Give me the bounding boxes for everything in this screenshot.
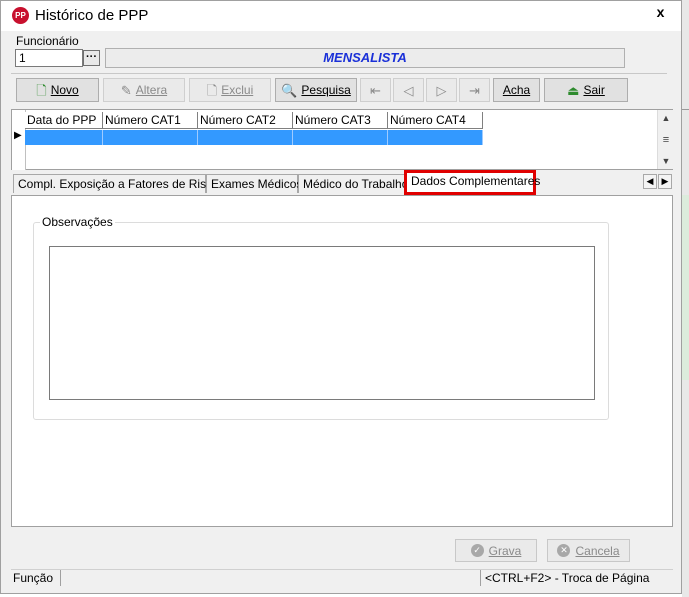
app-logo-icon: PP bbox=[12, 7, 29, 24]
title-bar: PP Histórico de PPP x bbox=[1, 1, 681, 31]
tab-exames-medicos[interactable]: Exames Médicos bbox=[206, 174, 302, 193]
background-window-strip bbox=[682, 0, 689, 597]
grava-button[interactable]: ✓ Grava bbox=[455, 539, 537, 562]
sair-button[interactable]: ⏏ Sair bbox=[544, 78, 628, 102]
close-button[interactable]: x bbox=[641, 2, 680, 22]
last-record-icon: ⇥ bbox=[469, 82, 480, 98]
toolbar-divider bbox=[11, 73, 667, 74]
delete-document-icon: 🗋 bbox=[206, 82, 218, 98]
scroll-thumb-grip-icon[interactable]: ≡ bbox=[658, 133, 674, 148]
column-header-cat3[interactable]: Número CAT3 bbox=[293, 112, 388, 129]
edit-icon: ✎ bbox=[120, 82, 132, 98]
employee-category-display: MENSALISTA bbox=[105, 48, 625, 68]
column-header-data-ppp[interactable]: Data do PPP bbox=[25, 112, 103, 129]
column-header-cat2[interactable]: Número CAT2 bbox=[198, 112, 293, 129]
employee-lookup-button[interactable]: ··· bbox=[83, 50, 100, 66]
status-message bbox=[61, 570, 481, 586]
first-record-icon: ⇤ bbox=[370, 82, 381, 98]
last-record-button[interactable]: ⇥ bbox=[459, 78, 490, 102]
sair-label: Sair bbox=[583, 83, 605, 97]
novo-label: Novo bbox=[50, 83, 79, 97]
check-icon: ✓ bbox=[470, 544, 484, 557]
previous-record-button[interactable]: ◁ bbox=[393, 78, 424, 102]
exit-door-icon: ⏏ bbox=[567, 82, 580, 98]
observations-group: Observações bbox=[33, 215, 609, 420]
grid-cell[interactable] bbox=[388, 130, 483, 145]
new-document-icon: 🗋 bbox=[36, 82, 47, 98]
current-row-arrow-icon: ▶ bbox=[14, 130, 22, 141]
pesquisa-button[interactable]: 🔍 Pesquisa bbox=[275, 78, 357, 102]
observations-textarea[interactable] bbox=[49, 246, 595, 400]
row-indicator-column: ▶ bbox=[12, 110, 26, 170]
ppp-records-grid[interactable]: ▶ Data do PPP Número CAT1 Número CAT2 Nú… bbox=[11, 109, 674, 170]
scroll-down-icon[interactable]: ▼ bbox=[658, 154, 674, 169]
tab-compl-exposicao[interactable]: Compl. Exposição a Fatores de Riscos bbox=[13, 174, 225, 193]
status-page-hint: <CTRL+F2> - Troca de Página bbox=[485, 571, 650, 585]
tab-scroll-right-icon[interactable]: ▶ bbox=[658, 174, 672, 189]
pesquisa-label: Pesquisa bbox=[301, 83, 351, 97]
grid-cell[interactable] bbox=[103, 130, 198, 145]
altera-button[interactable]: ✎ Altera bbox=[103, 78, 185, 102]
grid-cell[interactable] bbox=[198, 130, 293, 145]
tab-dados-complementares[interactable]: Dados Complementares bbox=[404, 170, 540, 195]
grava-label: Grava bbox=[488, 543, 522, 558]
status-function: Função bbox=[11, 570, 61, 586]
tab-scroll-left-icon[interactable]: ◀ bbox=[643, 174, 657, 189]
observations-label: Observações bbox=[40, 215, 115, 229]
grid-cell[interactable] bbox=[25, 130, 103, 145]
column-header-cat1[interactable]: Número CAT1 bbox=[103, 112, 198, 129]
cancel-icon: ✕ bbox=[557, 544, 571, 557]
search-icon: 🔍 bbox=[281, 82, 298, 98]
first-record-button[interactable]: ⇤ bbox=[360, 78, 391, 102]
previous-record-icon: ◁ bbox=[403, 82, 414, 98]
exclui-button[interactable]: 🗋 Exclui bbox=[189, 78, 271, 102]
employee-label: Funcionário bbox=[16, 34, 79, 48]
next-record-icon: ▷ bbox=[436, 82, 447, 98]
cancela-button[interactable]: ✕ Cancela bbox=[547, 539, 630, 562]
altera-label: Altera bbox=[135, 83, 168, 97]
acha-label: Acha bbox=[502, 83, 531, 97]
novo-button[interactable]: 🗋 Novo bbox=[16, 78, 99, 102]
ppp-history-window: PP Histórico de PPP x Funcionário 1 ··· … bbox=[0, 0, 682, 594]
window-title: Histórico de PPP bbox=[35, 7, 149, 24]
grid-cell[interactable] bbox=[293, 130, 388, 145]
cancela-label: Cancela bbox=[575, 543, 620, 558]
next-record-button[interactable]: ▷ bbox=[426, 78, 457, 102]
grid-scrollbar[interactable]: ▲ ≡ ▼ bbox=[657, 110, 674, 169]
exclui-label: Exclui bbox=[221, 83, 254, 97]
dados-complementares-panel: Observações bbox=[11, 195, 673, 527]
scroll-up-icon[interactable]: ▲ bbox=[658, 111, 674, 126]
column-header-cat4[interactable]: Número CAT4 bbox=[388, 112, 483, 129]
employee-id-field[interactable]: 1 bbox=[15, 49, 83, 67]
status-bar: Função <CTRL+F2> - Troca de Página bbox=[11, 569, 673, 586]
acha-button[interactable]: Acha bbox=[493, 78, 540, 102]
tab-medico-trabalho[interactable]: Médico do Trabalho bbox=[298, 174, 408, 193]
